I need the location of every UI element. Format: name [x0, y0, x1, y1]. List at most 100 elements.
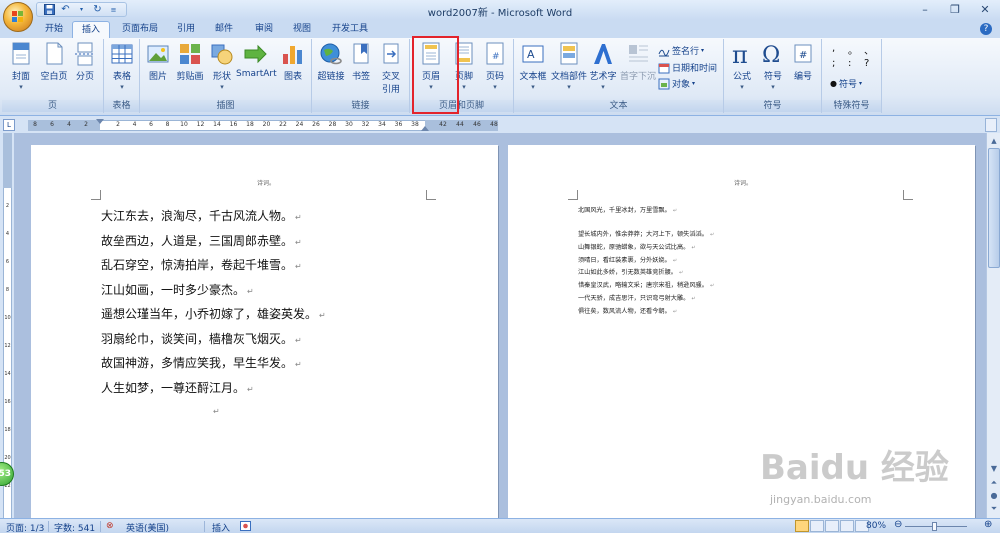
previous-page-icon[interactable]: ⏶	[988, 477, 1000, 489]
poem-line: 羽扇纶巾，谈笑间，樯橹灰飞烟灭。 ↵	[101, 330, 302, 347]
vertical-ruler-number: 6	[5, 259, 10, 265]
tab-view[interactable]: 视图	[286, 21, 318, 38]
ruler-number: 4	[67, 121, 71, 128]
help-icon[interactable]: ?	[980, 23, 992, 35]
object-label: 对象	[672, 80, 691, 90]
proofing-icon[interactable]: ⊗	[106, 521, 114, 531]
smartart-label: SmartArt	[236, 69, 277, 79]
print-layout-view-icon[interactable]	[795, 520, 809, 532]
zoom-slider-thumb[interactable]	[932, 522, 937, 531]
poem-line-text: 俱往矣，数风流人物，还看今朝。	[578, 307, 671, 315]
ruler-number: 32	[361, 121, 370, 128]
zoom-level[interactable]: 80%	[866, 521, 886, 531]
picture-button[interactable]: 图片	[144, 42, 172, 82]
header-button[interactable]: 页眉 ▾	[416, 42, 446, 91]
zoom-in-icon[interactable]: ⊕	[984, 519, 992, 530]
quick-parts-button[interactable]: 文档部件 ▾	[550, 42, 588, 91]
poem-line: 山舞银蛇，原驰蜡象，欲与天公试比高。 ↵	[578, 242, 696, 251]
scroll-down-icon[interactable]: ▼	[988, 463, 1000, 475]
textbox-button[interactable]: A 文本框 ▾	[516, 42, 550, 91]
next-page-icon[interactable]: ⏷	[988, 503, 1000, 515]
macro-record-icon[interactable]	[240, 521, 251, 533]
vertical-scrollbar[interactable]: ▲ ▼ ⏶ ● ⏷	[986, 133, 1000, 518]
semicolon-mark[interactable]: ;	[832, 58, 835, 69]
tab-references[interactable]: 引用	[170, 21, 202, 38]
group-text-label: 文本	[514, 100, 723, 112]
tab-home[interactable]: 开始	[36, 21, 72, 38]
ruler-number: 42	[439, 121, 447, 128]
page-count[interactable]: 页面: 1/3	[6, 521, 44, 533]
colon-mark[interactable]: :	[848, 58, 851, 69]
clipart-icon	[178, 42, 202, 66]
tab-page-layout[interactable]: 页面布局	[112, 21, 168, 38]
poem-line-text: 故国神游，多情应笑我，早生华发。	[101, 356, 294, 370]
outline-view-icon[interactable]	[840, 520, 854, 532]
ruler-number: 48	[490, 121, 498, 128]
special-symbol-label: 符号	[838, 80, 857, 90]
period-mark[interactable]: 。	[848, 42, 858, 57]
signature-line-button[interactable]: 签名行 ▾	[658, 44, 704, 57]
full-screen-reading-icon[interactable]	[810, 520, 824, 532]
date-time-button[interactable]: 日期和时间	[658, 61, 717, 74]
zoom-out-icon[interactable]: ⊖	[894, 519, 902, 530]
tab-insert[interactable]: 插入	[72, 21, 110, 38]
equation-label: 公式	[732, 72, 751, 82]
indent-marker-icon[interactable]	[96, 119, 104, 124]
hyperlink-button[interactable]: 超链接	[315, 42, 347, 82]
blank-page-button[interactable]: 空白页	[38, 42, 70, 82]
ruler-number: 14	[213, 121, 221, 128]
footer-button[interactable]: 页脚 ▾	[450, 42, 478, 91]
indent-marker-icon[interactable]	[421, 126, 429, 131]
vertical-ruler-number: 20	[4, 455, 11, 461]
scrollbar-thumb[interactable]	[988, 148, 1000, 268]
office-button[interactable]	[3, 2, 33, 32]
poem-line: 一代天骄，成吉思汗，只识弯弓射大雕。 ↵	[578, 293, 696, 302]
tab-developer[interactable]: 开发工具	[326, 21, 374, 38]
restore-button[interactable]: ❐	[940, 0, 970, 19]
smartart-button[interactable]: SmartArt	[236, 42, 277, 79]
wordart-button[interactable]: 艺术字 ▾	[588, 42, 618, 91]
clipart-button[interactable]: 剪贴画	[174, 42, 206, 82]
page-1[interactable]: 诗词。 大江东去，浪淘尽，千古风流人物。 ↵ 故垒西边，人道是，三国周郎赤壁。 ↵ 乱石…	[31, 145, 498, 518]
language[interactable]: 英语(美国)	[126, 521, 169, 533]
word-count[interactable]: 字数: 541	[54, 521, 95, 533]
bookmark-button[interactable]: 书签	[348, 42, 374, 82]
cover-page-label: 封面	[11, 72, 30, 82]
select-browse-object-icon[interactable]: ●	[988, 490, 1000, 502]
tab-selector-icon[interactable]: L	[3, 119, 15, 131]
scroll-up-icon[interactable]: ▲	[988, 135, 1000, 147]
ruler-number: 38	[411, 121, 419, 128]
tab-review[interactable]: 审阅	[248, 21, 280, 38]
table-button[interactable]: 表格 ▾	[106, 42, 138, 91]
object-button[interactable]: 对象 ▾	[658, 77, 695, 90]
close-button[interactable]: ✕	[970, 0, 1000, 19]
view-ruler-icon[interactable]	[985, 118, 997, 132]
cover-page-button[interactable]: 封面 ▾	[6, 42, 36, 91]
chart-button[interactable]: 图表	[278, 42, 308, 82]
symbol-button[interactable]: Ω 符号 ▾	[758, 42, 788, 91]
question-mark[interactable]: ?	[864, 58, 869, 69]
group-links-label: 链接	[312, 100, 409, 112]
special-symbol-button[interactable]: ● 符号 ▾	[830, 77, 862, 90]
group-links: 超链接 书签 交叉 引用 链接	[312, 39, 410, 113]
dropdown-arrow-icon: ▾	[493, 83, 497, 91]
comma-mark[interactable]: ,	[832, 43, 835, 54]
page-break-button[interactable]: 分页	[70, 42, 100, 82]
date-time-label: 日期和时间	[672, 64, 718, 74]
equation-button[interactable]: π 公式 ▾	[726, 41, 758, 91]
shapes-button[interactable]: 形状 ▾	[208, 42, 236, 91]
ruler-number: 2	[116, 121, 120, 128]
web-layout-icon[interactable]	[825, 520, 839, 532]
insert-mode[interactable]: 插入	[212, 521, 230, 533]
ruler-number: 20	[262, 121, 271, 128]
cross-reference-button[interactable]: 交叉 引用	[376, 42, 406, 95]
page-number-button[interactable]: # 页码 ▾	[480, 42, 510, 91]
blank-page-icon	[42, 42, 66, 66]
minimize-button[interactable]: –	[910, 0, 940, 19]
tab-mailings[interactable]: 邮件	[208, 21, 240, 38]
drop-cap-button[interactable]: 首字下沉	[620, 42, 656, 82]
ruler-number: 2	[84, 121, 88, 128]
numbering-button[interactable]: # 编号	[788, 42, 818, 82]
enumeration-comma-mark[interactable]: 、	[864, 42, 874, 57]
watermark-url: jingyan.baidu.com	[770, 493, 872, 506]
